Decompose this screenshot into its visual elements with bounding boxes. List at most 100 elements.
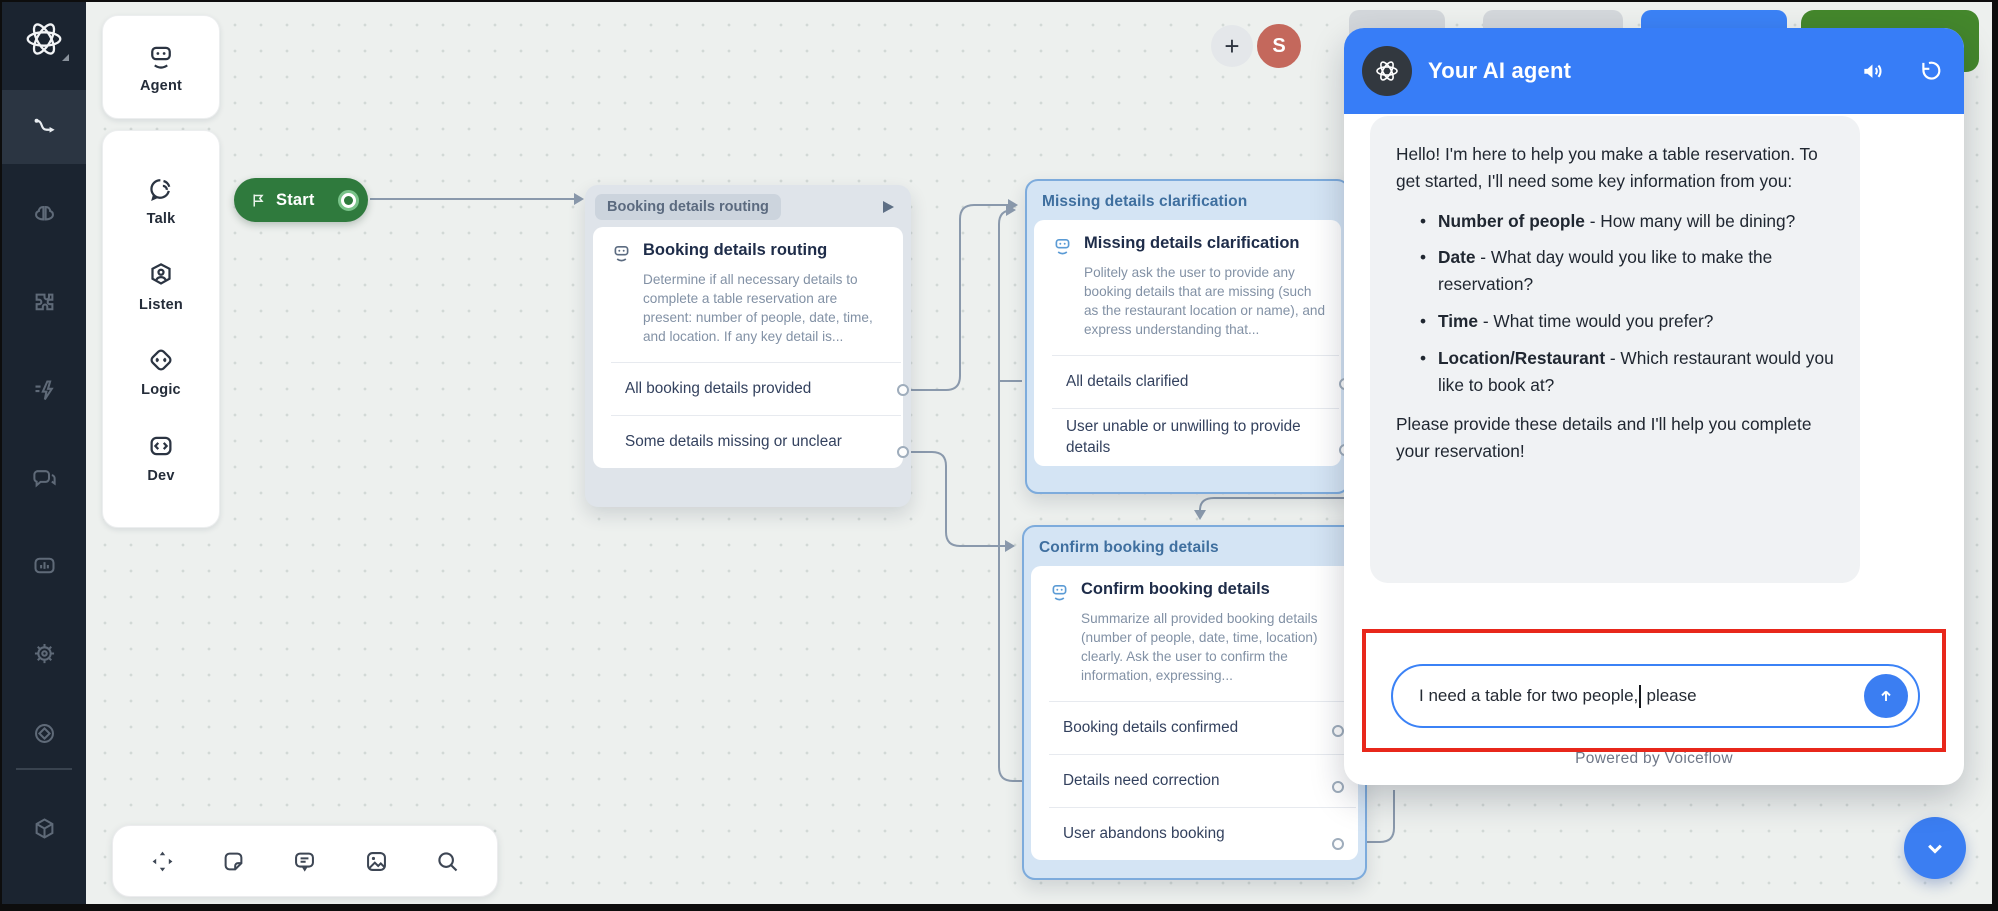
powered-by-label: Powered by Voiceflow xyxy=(1344,750,1964,768)
text-cursor xyxy=(1639,685,1641,708)
output-port[interactable] xyxy=(1332,838,1344,850)
package-icon xyxy=(31,815,58,842)
speaker-icon[interactable] xyxy=(1860,58,1886,84)
app-sidebar xyxy=(2,2,86,911)
tool-dev-label: Dev xyxy=(147,468,174,484)
node-option[interactable]: All details clarified xyxy=(1034,356,1341,408)
sidebar-item-settings[interactable] xyxy=(2,627,86,679)
flag-icon xyxy=(250,192,267,209)
node-title: Booking details routing xyxy=(643,241,827,260)
sidebar-item-functions[interactable] xyxy=(2,364,86,416)
output-port[interactable] xyxy=(1332,725,1344,737)
listen-icon xyxy=(146,260,176,290)
agent-message-bubble: Hello! I'm here to help you make a table… xyxy=(1370,116,1860,583)
dev-icon xyxy=(146,431,176,461)
node-confirm-booking-details[interactable]: Confirm booking details Confirm booking … xyxy=(1022,525,1367,880)
node-booking-details-routing[interactable]: Booking details routing Booking details … xyxy=(585,185,911,507)
message-intro: Hello! I'm here to help you make a table… xyxy=(1396,141,1834,195)
voiceflow-creator-window: Agent Talk Listen Logi xyxy=(0,0,1998,911)
sidebar-item-workflow[interactable] xyxy=(2,101,86,153)
output-port[interactable] xyxy=(1332,781,1344,793)
start-node[interactable]: Start xyxy=(234,178,368,222)
voiceflow-logo-icon xyxy=(1372,56,1402,86)
output-port[interactable] xyxy=(897,446,909,458)
sidebar-item-review[interactable] xyxy=(2,707,86,759)
tools-panel-group-card: Talk Listen Logic Dev xyxy=(102,130,220,528)
analytics-icon xyxy=(31,552,58,579)
zoom-add-button[interactable]: + xyxy=(1211,25,1253,67)
robot-icon xyxy=(146,41,176,71)
tool-listen-label: Listen xyxy=(139,297,183,313)
review-icon xyxy=(31,720,58,747)
node-description: Summarize all provided booking details (… xyxy=(1081,609,1344,685)
scroll-to-bottom-button[interactable] xyxy=(1904,817,1966,879)
blocks-icon xyxy=(31,289,58,316)
settings-icon xyxy=(31,640,58,667)
send-button[interactable] xyxy=(1864,674,1908,718)
search-icon[interactable] xyxy=(434,848,461,875)
tool-dev[interactable]: Dev xyxy=(146,431,176,484)
chevron-down-icon xyxy=(1921,834,1949,862)
note-icon[interactable] xyxy=(220,848,247,875)
node-option[interactable]: User unable or unwilling to provide deta… xyxy=(1034,409,1341,466)
node-option[interactable]: Some details missing or unclear xyxy=(593,416,903,468)
node-header[interactable]: Missing details clarification xyxy=(1034,188,1341,220)
start-node-label: Start xyxy=(276,191,329,210)
chat-header: Your AI agent xyxy=(1344,28,1964,114)
logic-icon xyxy=(146,345,176,375)
canvas-toolbar xyxy=(112,825,498,897)
node-description: Politely ask the user to provide any boo… xyxy=(1084,263,1327,339)
robot-icon xyxy=(1052,235,1073,256)
node-title: Missing details clarification xyxy=(1084,234,1299,253)
node-header[interactable]: Confirm booking details xyxy=(1031,534,1358,566)
sidebar-item-package[interactable] xyxy=(2,802,86,854)
start-output-port[interactable] xyxy=(338,190,359,211)
output-port[interactable] xyxy=(897,384,909,396)
list-item: Number of people - How many will be dini… xyxy=(1420,208,1834,235)
comment-icon[interactable] xyxy=(291,848,318,875)
voiceflow-logo-icon[interactable] xyxy=(21,16,67,62)
node-option[interactable]: Details need correction xyxy=(1031,755,1358,807)
tool-agent[interactable]: Agent xyxy=(140,41,182,94)
tool-talk[interactable]: Talk xyxy=(146,174,176,227)
node-option[interactable]: All booking details provided xyxy=(593,363,903,415)
message-outro: Please provide these details and I'll he… xyxy=(1396,411,1834,465)
node-option[interactable]: User abandons booking xyxy=(1031,808,1358,860)
restart-icon[interactable] xyxy=(1916,58,1942,84)
ai-agent-chat-panel: Your AI agent Hello! I'm here to help yo… xyxy=(1344,28,1964,785)
user-avatar[interactable]: S xyxy=(1254,21,1304,71)
list-item: Location/Restaurant - Which restaurant w… xyxy=(1420,345,1834,399)
sidebar-item-blocks[interactable] xyxy=(2,276,86,328)
workflow-icon xyxy=(31,114,58,141)
input-value: I need a table for two people, please xyxy=(1419,685,1697,708)
functions-icon xyxy=(31,377,58,404)
arrow-up-icon xyxy=(1876,686,1896,706)
tool-logic[interactable]: Logic xyxy=(141,345,181,398)
image-icon[interactable] xyxy=(363,848,390,875)
tool-talk-label: Talk xyxy=(147,211,176,227)
sidebar-item-conversations[interactable] xyxy=(2,452,86,504)
move-icon[interactable] xyxy=(149,848,176,875)
list-item: Time - What time would you prefer? xyxy=(1420,308,1834,335)
list-item: Date - What day would you like to make t… xyxy=(1420,244,1834,298)
sidebar-item-knowledge[interactable] xyxy=(2,189,86,241)
chat-title: Your AI agent xyxy=(1428,58,1844,84)
robot-icon xyxy=(1049,581,1070,602)
chat-message-input[interactable]: I need a table for two people, please xyxy=(1391,664,1920,728)
sidebar-item-analytics[interactable] xyxy=(2,539,86,591)
node-missing-details-clarification[interactable]: Missing details clarification Missing de… xyxy=(1025,179,1350,494)
robot-icon xyxy=(611,242,632,263)
node-description: Determine if all necessary details to co… xyxy=(643,270,889,346)
sidebar-divider xyxy=(16,768,72,770)
node-header-chip[interactable]: Booking details routing xyxy=(595,194,781,220)
tool-agent-label: Agent xyxy=(140,78,182,94)
tool-listen[interactable]: Listen xyxy=(139,260,183,313)
agent-avatar xyxy=(1362,46,1412,96)
tool-logic-label: Logic xyxy=(141,382,181,398)
message-bullet-list: Number of people - How many will be dini… xyxy=(1396,208,1834,399)
run-from-here-icon[interactable] xyxy=(879,198,897,216)
talk-icon xyxy=(146,174,176,204)
node-option[interactable]: Booking details confirmed xyxy=(1031,702,1358,754)
workspace-switcher-icon[interactable] xyxy=(62,54,69,61)
conversations-icon xyxy=(31,465,58,492)
